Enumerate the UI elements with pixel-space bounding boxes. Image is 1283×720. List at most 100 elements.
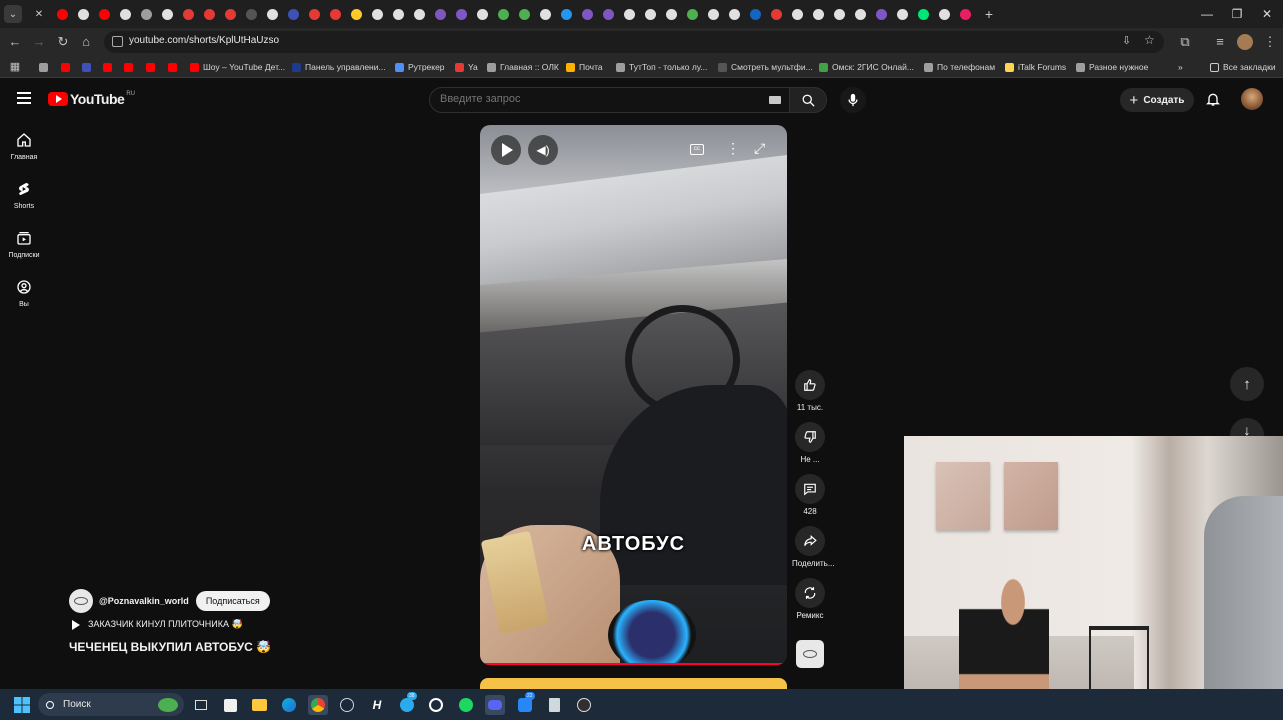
- browser-tab[interactable]: [682, 0, 703, 28]
- reading-list-icon[interactable]: ≡: [1212, 34, 1228, 50]
- bookmark-item[interactable]: Почта: [566, 60, 603, 74]
- browser-tab[interactable]: [451, 0, 472, 28]
- minimize-icon[interactable]: —: [1192, 0, 1222, 28]
- browser-tab[interactable]: [409, 0, 430, 28]
- sidebar-item-you[interactable]: Вы: [0, 279, 48, 308]
- voice-search-button[interactable]: [840, 87, 866, 113]
- bookmark-item[interactable]: Омск: 2ГИС Онлай...: [819, 60, 914, 74]
- bookmark-item[interactable]: По телефонам: [924, 60, 995, 74]
- bookmark-item[interactable]: iTalk Forums: [1005, 60, 1066, 74]
- progress-bar[interactable]: [480, 663, 787, 665]
- comments-button[interactable]: 428: [792, 474, 828, 516]
- browser-tab[interactable]: [430, 0, 451, 28]
- browser-tab[interactable]: [304, 0, 325, 28]
- browser-tab[interactable]: [724, 0, 745, 28]
- bookmark-item[interactable]: Шоу – YouTube Дет...: [190, 60, 285, 74]
- shorts-video-player[interactable]: ◀) cc ⋮ ⤢ АВТОБУС: [480, 125, 787, 665]
- bookmark-item[interactable]: ТутТоп - только лу...: [616, 60, 707, 74]
- new-tab-button[interactable]: +: [980, 5, 998, 23]
- like-button[interactable]: 11 тыс.: [792, 370, 828, 412]
- remix-button[interactable]: Ремикс: [792, 578, 828, 620]
- bookmark-item[interactable]: Панель управлени...: [292, 60, 386, 74]
- browser-tab[interactable]: [115, 0, 136, 28]
- calculator-icon[interactable]: [544, 695, 564, 715]
- browser-tab[interactable]: [703, 0, 724, 28]
- bookmark-item[interactable]: Ya: [455, 60, 478, 74]
- browser-tab[interactable]: [661, 0, 682, 28]
- browser-tab[interactable]: [136, 0, 157, 28]
- browser-tab[interactable]: [640, 0, 661, 28]
- bookmark-item[interactable]: Разное нужное: [1076, 60, 1148, 74]
- play-button[interactable]: [491, 135, 521, 165]
- chrome-taskbar-icon[interactable]: [308, 695, 328, 715]
- more-options-icon[interactable]: ⋮: [726, 140, 740, 157]
- bookmark-star-icon[interactable]: ☆: [1144, 33, 1155, 47]
- back-icon[interactable]: ←: [7, 34, 23, 50]
- vk-icon[interactable]: 22: [515, 692, 535, 715]
- home-browser-icon[interactable]: ⌂: [78, 34, 94, 50]
- bookmark-item[interactable]: Рутрекер: [395, 60, 445, 74]
- maximize-icon[interactable]: ❐: [1222, 0, 1252, 28]
- browser-tab[interactable]: [577, 0, 598, 28]
- close-tab-icon[interactable]: ✕: [30, 5, 48, 23]
- browser-tab[interactable]: [388, 0, 409, 28]
- bookmark-item[interactable]: [39, 60, 52, 74]
- share-button[interactable]: Поделить...: [792, 526, 835, 568]
- browser-tab[interactable]: [178, 0, 199, 28]
- browser-tab[interactable]: [955, 0, 976, 28]
- volume-button[interactable]: ◀): [528, 135, 558, 165]
- browser-tab[interactable]: [472, 0, 493, 28]
- taskbar-search[interactable]: Поиск: [38, 693, 184, 716]
- file-explorer-icon[interactable]: [249, 695, 269, 715]
- browser-tab[interactable]: [325, 0, 346, 28]
- bookmark-item[interactable]: [82, 60, 95, 74]
- search-input[interactable]: [440, 93, 760, 105]
- account-avatar[interactable]: [1241, 88, 1263, 110]
- browser-tab[interactable]: [745, 0, 766, 28]
- sidebar-item-shorts[interactable]: Shorts: [0, 181, 48, 210]
- browser-tab[interactable]: [892, 0, 913, 28]
- all-bookmarks[interactable]: Все закладки: [1210, 60, 1276, 74]
- forward-icon[interactable]: →: [31, 34, 47, 50]
- bookmark-item[interactable]: Смотреть мультфи...: [718, 60, 813, 74]
- browser-tab[interactable]: [787, 0, 808, 28]
- tab-search-button[interactable]: ⌄: [4, 5, 22, 23]
- reload-icon[interactable]: ↻: [55, 34, 71, 50]
- site-info-icon[interactable]: [112, 36, 123, 47]
- sidebar-item-subscriptions[interactable]: Подписки: [0, 230, 48, 259]
- channel-avatar[interactable]: [69, 589, 93, 613]
- bookmark-item[interactable]: Главная :: ОЛК: [487, 60, 559, 74]
- dislike-button[interactable]: Не ...: [792, 422, 828, 464]
- microsoft-store-icon[interactable]: [220, 695, 240, 715]
- browser-tab[interactable]: [367, 0, 388, 28]
- youtube-logo[interactable]: YouTube RU: [48, 91, 135, 107]
- bookmark-item[interactable]: [168, 60, 181, 74]
- playlist-row[interactable]: ЗАКАЗЧИК КИНУЛ ПЛИТОЧНИКА 🤯: [72, 619, 243, 630]
- sidebar-item-home[interactable]: Главная: [0, 132, 48, 161]
- edge-icon[interactable]: [279, 695, 299, 715]
- browser-tab[interactable]: [871, 0, 892, 28]
- address-bar[interactable]: youtube.com/shorts/KplUtHaUzso ⇩ ☆: [104, 31, 1164, 53]
- windows-start-icon[interactable]: [12, 695, 32, 715]
- discord-icon[interactable]: [485, 695, 505, 715]
- menu-icon[interactable]: [17, 92, 31, 104]
- browser-tab[interactable]: [514, 0, 535, 28]
- browser-tab[interactable]: [913, 0, 934, 28]
- telegram-icon[interactable]: 38: [397, 692, 417, 715]
- browser-tab[interactable]: [220, 0, 241, 28]
- spotify-icon[interactable]: [456, 695, 476, 715]
- notifications-button[interactable]: [1205, 91, 1221, 112]
- fullscreen-icon[interactable]: ⤢: [754, 140, 765, 157]
- create-button[interactable]: + Создать: [1120, 88, 1194, 112]
- browser-tab[interactable]: [346, 0, 367, 28]
- browser-menu-icon[interactable]: ⋮: [1262, 34, 1278, 50]
- browser-tab[interactable]: [934, 0, 955, 28]
- install-app-icon[interactable]: ⇩: [1122, 34, 1131, 47]
- captions-icon[interactable]: cc: [690, 144, 704, 155]
- browser-tab[interactable]: [241, 0, 262, 28]
- browser-tab[interactable]: [262, 0, 283, 28]
- bookmarks-overflow-icon[interactable]: »: [1178, 60, 1183, 74]
- previous-video-button[interactable]: ↑: [1230, 367, 1264, 401]
- keyboard-icon[interactable]: [769, 96, 781, 104]
- obs-icon[interactable]: [574, 695, 594, 715]
